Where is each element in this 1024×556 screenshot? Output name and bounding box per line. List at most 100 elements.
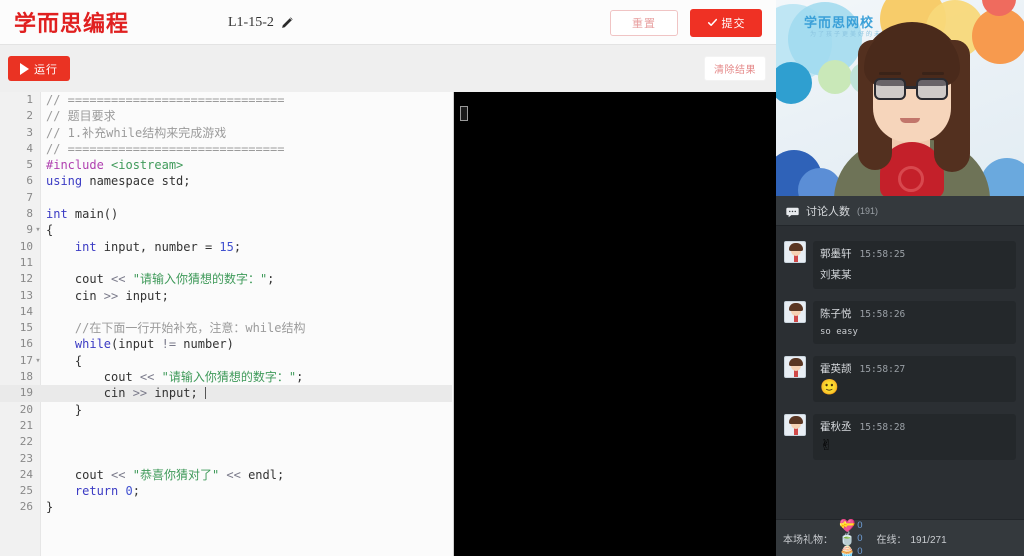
code-line[interactable]: 26}	[0, 499, 452, 515]
code-line[interactable]: 6 using namespace std;	[0, 173, 452, 189]
teacher-necklace	[898, 166, 924, 192]
code-text: //在下面一行开始补充，注意：while结构	[46, 321, 306, 336]
gift-count: 0	[857, 532, 863, 544]
pencil-icon[interactable]	[280, 16, 294, 30]
code-line[interactable]: 13 cin >> input;	[0, 288, 452, 304]
chat-message-header: 郭墨轩 15:58:25	[820, 246, 1009, 261]
code-line[interactable]: 23	[0, 451, 452, 467]
gift-count: 0	[857, 519, 863, 531]
code-line[interactable]: 19 cin >> input;	[0, 385, 452, 402]
line-number: 8	[26, 207, 33, 221]
line-number: 26	[19, 500, 33, 514]
code-line[interactable]: 21	[0, 418, 452, 434]
line-number: 14	[19, 304, 33, 318]
code-line[interactable]: 22	[0, 434, 452, 450]
chat-username: 霍英颉	[820, 363, 852, 375]
chat-message-list[interactable]: 郭墨轩 15:58:25 刘某某 陈子悦 15:58:26 so easy 霍英颉 15:58…	[776, 227, 1024, 519]
line-number: 17	[19, 353, 33, 367]
code-line[interactable]: 5 #include <iostream>	[0, 157, 452, 173]
code-line[interactable]: 3 // 1.补充while结构来完成游戏	[0, 125, 452, 141]
line-number: 24	[19, 467, 33, 481]
code-line[interactable]: 9 ▾ {	[0, 222, 452, 238]
code-line[interactable]: 8 int main()	[0, 206, 452, 222]
code-text: while(input != number)	[46, 337, 234, 352]
glasses-bridge	[906, 86, 916, 89]
chat-timestamp: 15:58:26	[859, 309, 906, 320]
avatar[interactable]	[784, 414, 806, 436]
chat-message-emoji: ✌	[820, 437, 833, 454]
code-editor[interactable]: 1 // ============================== 2 // 题目…	[0, 92, 452, 556]
code-line[interactable]: 25 return 0;	[0, 483, 452, 499]
submit-button[interactable]: 提交	[690, 8, 762, 37]
cup-gift-icon[interactable]: 🍵	[839, 532, 855, 545]
code-line[interactable]: 10 int input, number = 15;	[0, 239, 452, 255]
heart-gift-icon[interactable]: 💝	[839, 519, 855, 532]
avatar[interactable]	[784, 356, 806, 378]
code-line[interactable]: 2 // 题目要求	[0, 108, 452, 124]
code-text: // 1.补充while结构来完成游戏	[46, 125, 227, 140]
chat-message-body: 霍秋丞 15:58:28 ✌	[813, 414, 1016, 460]
play-icon	[20, 62, 29, 75]
code-line[interactable]: 11	[0, 255, 452, 271]
fold-arrow-icon[interactable]: ▾	[34, 353, 42, 369]
submit-button-label: 提交	[721, 17, 746, 30]
code-text: // 题目要求	[46, 109, 116, 124]
line-number: 13	[19, 288, 33, 302]
avatar[interactable]	[784, 241, 806, 263]
decor-blob	[972, 8, 1024, 64]
line-number: 20	[19, 402, 33, 416]
chat-message[interactable]: 霍英颉 15:58:27 🙂	[776, 350, 1024, 408]
code-line[interactable]: 7	[0, 190, 452, 206]
avatar-tie	[794, 315, 798, 322]
avatar-tie	[794, 428, 798, 435]
code-line[interactable]: 1 // ==============================	[0, 92, 452, 108]
code-line[interactable]: 12 cout << "请输入你猜想的数字：";	[0, 271, 452, 287]
heart-gift-item[interactable]: 💝 0	[839, 519, 862, 532]
chat-participant-count: (191)	[857, 205, 879, 216]
line-number: 23	[19, 451, 33, 465]
chat-message[interactable]: 霍秋丞 15:58:28 ✌	[776, 408, 1024, 466]
line-number: 11	[19, 255, 33, 269]
document-title-area[interactable]: L1-15-2	[228, 0, 294, 45]
line-number: 9	[26, 223, 33, 237]
chat-username: 陈子悦	[820, 308, 852, 320]
console-output[interactable]	[453, 92, 776, 556]
chat-timestamp: 15:58:27	[859, 364, 906, 375]
chat-username: 郭墨轩	[820, 248, 852, 260]
code-line[interactable]: 15 //在下面一行开始补充，注意：while结构	[0, 320, 452, 336]
cup-gift-item[interactable]: 🍵 0	[839, 532, 862, 545]
line-number: 5	[26, 158, 33, 172]
app-root: 学而思编程 L1-15-2 重置 提交 运行 清除结果 1 // =======…	[0, 0, 1024, 556]
code-line[interactable]: 14	[0, 304, 452, 320]
chat-message[interactable]: 郭墨轩 15:58:25 刘某某	[776, 235, 1024, 295]
run-button[interactable]: 运行	[8, 56, 70, 81]
code-line[interactable]: 20 }	[0, 402, 452, 418]
code-line[interactable]: 24 cout << "恭喜你猜对了" << endl;	[0, 467, 452, 483]
code-line[interactable]: 4 // ==============================	[0, 141, 452, 157]
reset-button[interactable]: 重置	[610, 9, 678, 36]
chat-username: 霍秋丞	[820, 421, 852, 433]
app-header: 学而思编程 L1-15-2 重置 提交	[0, 0, 776, 45]
code-text: cout << "恭喜你猜对了" << endl;	[46, 467, 285, 482]
code-line[interactable]: 17 ▾ {	[0, 353, 452, 369]
clear-results-button[interactable]: 清除结果	[704, 56, 766, 81]
terminal-cursor-icon	[460, 106, 468, 121]
line-number: 3	[26, 125, 33, 139]
text-cursor-icon	[204, 387, 206, 400]
fold-arrow-icon[interactable]: ▾	[34, 222, 42, 238]
chat-title: 讨论人数	[806, 205, 850, 218]
code-lines[interactable]: 1 // ============================== 2 // 题目…	[0, 92, 452, 516]
line-number: 16	[19, 337, 33, 351]
chat-message-header: 霍英颉 15:58:27	[820, 361, 1009, 376]
line-number: 22	[19, 435, 33, 449]
teacher-eyebrow	[879, 72, 901, 75]
cake-gift-icon[interactable]: 🧁	[839, 545, 855, 556]
teacher-video[interactable]: 学而思网校 为了孩子更美好的未来	[776, 0, 1024, 196]
avatar[interactable]	[784, 301, 806, 323]
chat-footer: 本场礼物： 💝 0 🍵 0 🧁 0 在线： 191/271	[776, 519, 1024, 556]
cake-gift-item[interactable]: 🧁 0	[839, 545, 862, 556]
code-line[interactable]: 18 cout << "请输入你猜想的数字：";	[0, 369, 452, 385]
gift-items: 💝 0 🍵 0 🧁 0	[837, 519, 862, 556]
code-line[interactable]: 16 while(input != number)	[0, 336, 452, 352]
chat-message[interactable]: 陈子悦 15:58:26 so easy	[776, 295, 1024, 350]
